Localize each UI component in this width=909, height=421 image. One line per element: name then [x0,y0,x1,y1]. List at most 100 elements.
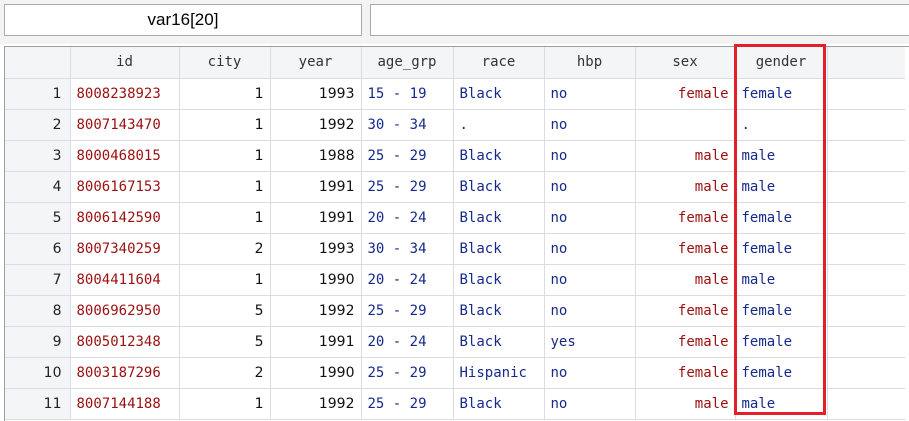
cell-sex[interactable]: male [635,264,736,296]
cell-hbp[interactable]: no [544,171,636,203]
row-number[interactable]: 6 [5,233,71,265]
row-number[interactable]: 5 [5,202,71,234]
cell-sex[interactable] [635,109,736,141]
cell-city[interactable]: 1 [179,171,271,203]
cell-id[interactable]: 8003187296 [70,357,180,389]
header-corner[interactable] [5,47,71,79]
cell-sex[interactable]: male [635,171,736,203]
cell-city[interactable]: 1 [179,264,271,296]
cell-race[interactable]: Black [453,171,545,203]
cell-race[interactable]: Black [453,202,545,234]
variable-name-box[interactable]: var16[20] [4,4,362,36]
cell-sex[interactable]: male [635,388,736,420]
cell-sex[interactable]: female [635,295,736,327]
cell-year[interactable]: 1990 [270,357,362,389]
cell-sex[interactable]: female [635,202,736,234]
row-number[interactable]: 1 [5,78,71,110]
column-header-city[interactable]: city [179,47,271,79]
cell-age-grp[interactable]: 20 - 24 [361,264,454,296]
cell-city[interactable]: 5 [179,326,271,358]
cell-sex[interactable]: female [635,357,736,389]
cell-gender[interactable]: male [735,171,828,203]
cell-hbp[interactable]: no [544,202,636,234]
cell-gender[interactable]: female [735,78,828,110]
cell-id[interactable]: 8008238923 [70,78,180,110]
cell-year[interactable]: 1992 [270,295,362,327]
column-header-year[interactable]: year [270,47,362,79]
cell-age-grp[interactable]: 20 - 24 [361,202,454,234]
cell-year[interactable]: 1993 [270,78,362,110]
cell-year[interactable]: 1991 [270,326,362,358]
row-number[interactable]: 7 [5,264,71,296]
cell-year[interactable]: 1991 [270,171,362,203]
column-header-id[interactable]: id [70,47,180,79]
cell-id[interactable]: 8006142590 [70,202,180,234]
cell-city[interactable]: 2 [179,357,271,389]
cell-gender[interactable]: female [735,357,828,389]
cell-hbp[interactable]: no [544,233,636,265]
cell-gender[interactable]: . [735,109,828,141]
cell-gender[interactable]: male [735,388,828,420]
row-number[interactable]: 8 [5,295,71,327]
cell-city[interactable]: 1 [179,388,271,420]
cell-city[interactable]: 1 [179,109,271,141]
cell-age-grp[interactable]: 25 - 29 [361,295,454,327]
cell-hbp[interactable]: yes [544,326,636,358]
cell-race[interactable]: Black [453,295,545,327]
cell-age-grp[interactable]: 15 - 19 [361,78,454,110]
cell-race[interactable]: Black [453,140,545,172]
data-grid[interactable]: id city year age_grp race hbp sex gender… [4,46,909,421]
cell-year[interactable]: 1992 [270,388,362,420]
cell-id[interactable]: 8006962950 [70,295,180,327]
column-header-race[interactable]: race [453,47,545,79]
cell-age-grp[interactable]: 20 - 24 [361,326,454,358]
column-header-hbp[interactable]: hbp [544,47,636,79]
cell-city[interactable]: 1 [179,78,271,110]
cell-hbp[interactable]: no [544,109,636,141]
cell-hbp[interactable]: no [544,388,636,420]
column-header-age-grp[interactable]: age_grp [361,47,454,79]
row-number[interactable]: 3 [5,140,71,172]
cell-race[interactable]: Black [453,233,545,265]
cell-year[interactable]: 1988 [270,140,362,172]
cell-age-grp[interactable]: 30 - 34 [361,233,454,265]
cell-id[interactable]: 8004411604 [70,264,180,296]
cell-sex[interactable]: male [635,140,736,172]
cell-city[interactable]: 2 [179,233,271,265]
cell-age-grp[interactable]: 25 - 29 [361,357,454,389]
row-number[interactable]: 2 [5,109,71,141]
cell-age-grp[interactable]: 25 - 29 [361,388,454,420]
cell-gender[interactable]: female [735,233,828,265]
cell-race[interactable]: Black [453,326,545,358]
cell-gender[interactable]: female [735,326,828,358]
cell-sex[interactable]: female [635,326,736,358]
cell-hbp[interactable]: no [544,357,636,389]
cell-race[interactable]: Hispanic [453,357,545,389]
cell-race[interactable]: Black [453,388,545,420]
row-number[interactable]: 10 [5,357,71,389]
cell-hbp[interactable]: no [544,264,636,296]
cell-year[interactable]: 1990 [270,264,362,296]
cell-id[interactable]: 8005012348 [70,326,180,358]
cell-gender[interactable]: female [735,295,828,327]
cell-id[interactable]: 8007143470 [70,109,180,141]
cell-sex[interactable]: female [635,78,736,110]
cell-hbp[interactable]: no [544,78,636,110]
column-header-sex[interactable]: sex [635,47,736,79]
cell-id[interactable]: 8006167153 [70,171,180,203]
cell-id[interactable]: 8007340259 [70,233,180,265]
cell-gender[interactable]: female [735,202,828,234]
cell-city[interactable]: 1 [179,202,271,234]
cell-race[interactable]: . [453,109,545,141]
cell-sex[interactable]: female [635,233,736,265]
cell-race[interactable]: Black [453,264,545,296]
row-number[interactable]: 11 [5,388,71,420]
cell-id[interactable]: 8007144188 [70,388,180,420]
cell-hbp[interactable]: no [544,295,636,327]
column-header-gender[interactable]: gender [735,47,828,79]
cell-id[interactable]: 8000468015 [70,140,180,172]
cell-year[interactable]: 1991 [270,202,362,234]
cell-city[interactable]: 5 [179,295,271,327]
row-number[interactable]: 9 [5,326,71,358]
cell-gender[interactable]: male [735,264,828,296]
